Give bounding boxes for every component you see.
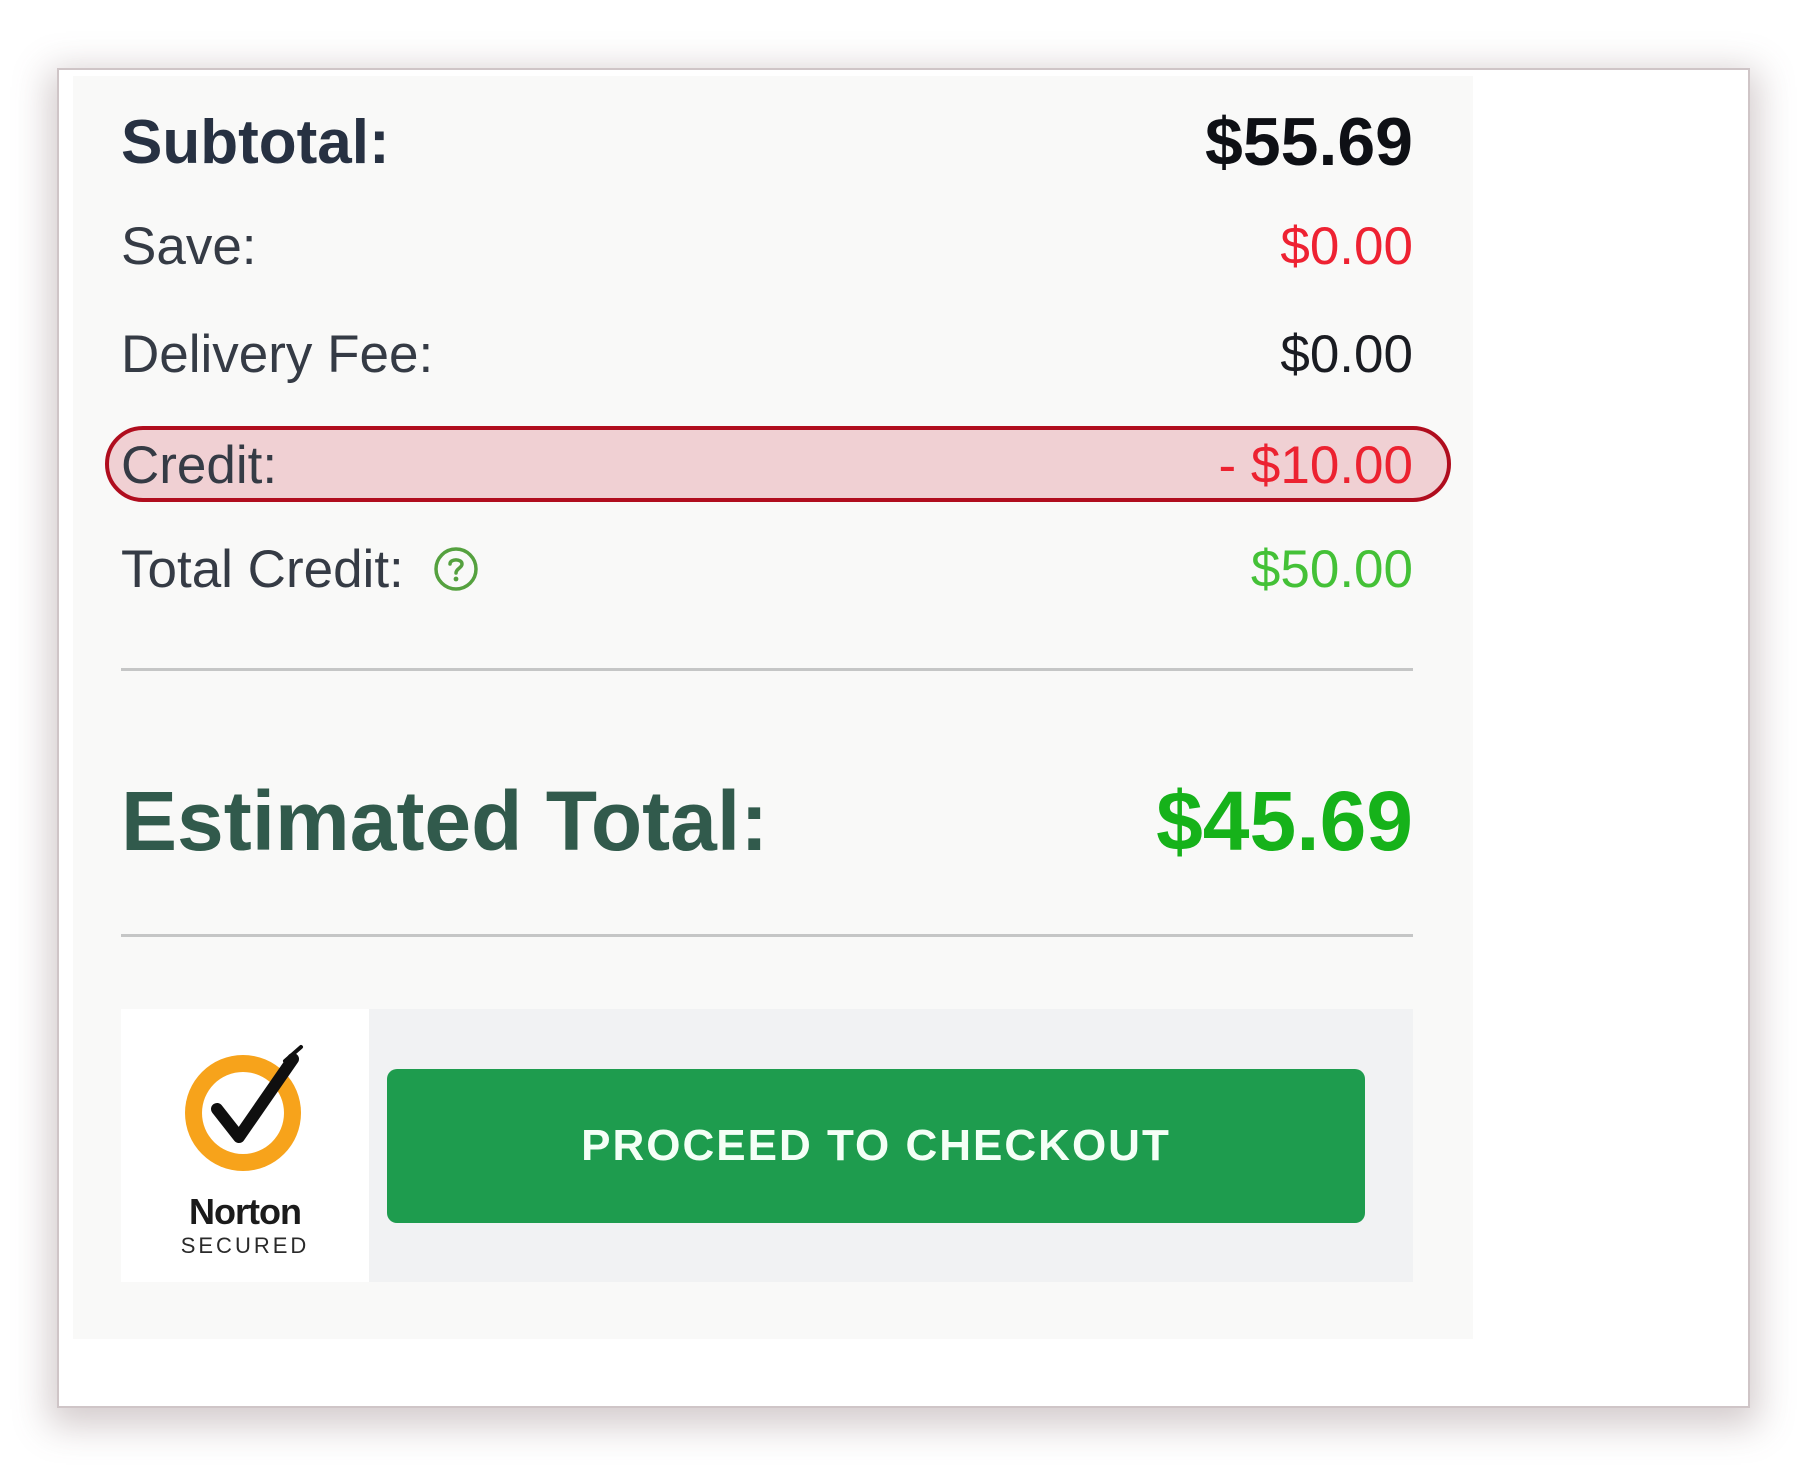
subtotal-label: Subtotal: xyxy=(121,107,390,177)
norton-checkmark-icon xyxy=(185,1045,303,1171)
question-circle-icon[interactable] xyxy=(432,545,480,593)
total-credit-value: $50.00 xyxy=(1250,539,1413,599)
norton-badge-subtitle: SECURED xyxy=(180,1233,310,1258)
total-divider xyxy=(121,934,1413,937)
summary-divider xyxy=(121,668,1413,671)
credit-label: Credit: xyxy=(121,435,278,495)
delivery-fee-label: Delivery Fee: xyxy=(121,324,434,384)
delivery-fee-row: Delivery Fee: $0.00 xyxy=(121,319,1413,389)
delivery-fee-value: $0.00 xyxy=(1280,324,1413,384)
order-summary-panel: Subtotal: $55.69 Save: $0.00 Delivery Fe… xyxy=(73,76,1473,1339)
subtotal-value: $55.69 xyxy=(1205,104,1413,180)
norton-badge-name: Norton xyxy=(189,1191,302,1232)
proceed-to-checkout-button[interactable]: PROCEED TO CHECKOUT xyxy=(387,1069,1365,1223)
subtotal-row: Subtotal: $55.69 xyxy=(121,102,1413,182)
save-row: Save: $0.00 xyxy=(121,211,1413,281)
total-credit-label: Total Credit: xyxy=(121,539,404,599)
total-credit-label-group: Total Credit: xyxy=(121,539,480,600)
save-value: $0.00 xyxy=(1280,216,1413,276)
total-credit-row: Total Credit: $50.00 xyxy=(121,534,1413,604)
credit-value: - $10.00 xyxy=(1218,435,1413,495)
norton-secured-badge[interactable]: Norton SECURED xyxy=(121,1009,369,1282)
save-label: Save: xyxy=(121,216,257,276)
estimated-total-row: Estimated Total: $45.69 xyxy=(121,766,1413,876)
estimated-total-value: $45.69 xyxy=(1156,773,1413,868)
credit-row: Credit: - $10.00 xyxy=(121,427,1413,503)
estimated-total-label: Estimated Total: xyxy=(121,773,769,868)
order-summary-window: Subtotal: $55.69 Save: $0.00 Delivery Fe… xyxy=(57,68,1750,1408)
checkout-area: Norton SECURED PROCEED TO CHECKOUT xyxy=(121,1009,1413,1282)
